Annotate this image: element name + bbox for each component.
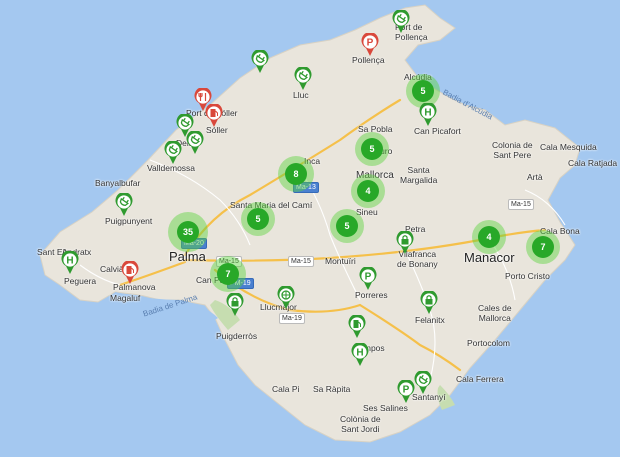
poi-marker[interactable]: H	[351, 343, 369, 367]
poi-marker[interactable]	[348, 315, 366, 339]
poi-marker[interactable]: P	[359, 267, 377, 291]
cluster-marker[interactable]: 5	[330, 209, 364, 243]
cluster-marker[interactable]: 4	[351, 174, 385, 208]
cluster-count: 5	[361, 138, 383, 160]
poi-marker[interactable]: H	[419, 103, 437, 127]
poi-marker[interactable]: H	[61, 251, 79, 275]
svg-text:H: H	[424, 108, 431, 119]
cluster-marker[interactable]: 8	[278, 156, 314, 192]
wheel-icon	[281, 290, 291, 300]
hospital-icon: H	[424, 108, 431, 119]
place-label-portocolom: Portocolom	[467, 338, 510, 348]
hospital-icon: H	[66, 256, 73, 267]
poi-marker[interactable]	[115, 193, 133, 217]
place-label-montuiri: Montuïri	[325, 256, 356, 266]
cluster-count: 5	[336, 215, 358, 237]
place-label-ses-salines: Ses Salines	[363, 403, 408, 413]
poi-marker[interactable]	[186, 131, 204, 155]
cluster-count: 7	[217, 263, 239, 285]
cluster-count: 5	[247, 208, 269, 230]
poi-marker[interactable]	[164, 141, 182, 165]
parking-icon: P	[365, 272, 372, 283]
place-label-felanitx: Felanitx	[415, 315, 445, 325]
poi-marker[interactable]	[294, 67, 312, 91]
place-label-cala-ratjada: Cala Ratjada	[568, 158, 618, 168]
svg-text:P: P	[403, 385, 410, 396]
parking-icon: P	[403, 385, 410, 396]
place-label-colonia-sant-pere: Colonia de Sant Pere	[492, 140, 533, 160]
cluster-count: 35	[177, 221, 199, 243]
place-label-santa-margalida: Santa Margalida	[400, 165, 438, 185]
svg-text:H: H	[356, 348, 363, 359]
poi-marker[interactable]	[205, 104, 223, 128]
cluster-count: 4	[357, 180, 379, 202]
poi-marker[interactable]	[414, 371, 432, 395]
place-label-cales-de-mallorca: Cales de Mallorca	[478, 303, 512, 323]
svg-text:P: P	[365, 272, 372, 283]
poi-marker[interactable]	[392, 10, 410, 34]
cluster-count: 4	[478, 226, 500, 248]
cluster-count: 5	[412, 80, 434, 102]
road-shield-ma15-b: Ma-15	[288, 256, 314, 267]
place-label-peguera: Peguera	[64, 276, 97, 286]
hospital-icon: H	[356, 348, 363, 359]
poi-marker[interactable]	[121, 261, 139, 285]
place-label-porreres: Porreres	[355, 290, 388, 300]
poi-marker[interactable]	[226, 293, 244, 317]
place-label-cala-mesquida: Cala Mesquida	[540, 142, 597, 152]
place-label-can-picafort: Can Picafort	[414, 126, 461, 136]
cluster-marker[interactable]: 7	[210, 256, 246, 292]
place-label-colonia-sant-jordi: Colònia de Sant Jordi	[340, 414, 381, 434]
cluster-count: 7	[532, 236, 554, 258]
poi-marker[interactable]: P	[361, 33, 379, 57]
parking-icon: P	[367, 38, 374, 49]
svg-text:P: P	[367, 38, 374, 49]
map-canvas[interactable]: Port de Pollença Pollença Alcúdia Lluc P…	[0, 0, 620, 457]
poi-marker[interactable]	[251, 50, 269, 74]
poi-marker[interactable]	[420, 291, 438, 315]
place-label-porto-cristo: Porto Cristo	[505, 271, 550, 281]
cluster-marker[interactable]: 5	[241, 202, 275, 236]
cluster-marker[interactable]: 5	[355, 132, 389, 166]
place-label-sa-rapita: Sa Ràpita	[313, 384, 351, 394]
cluster-marker[interactable]: 35	[168, 212, 208, 252]
place-label-arta: Artà	[527, 172, 543, 182]
road-shield-ma15-c: Ma-15	[508, 199, 534, 210]
place-label-lluc: Lluc	[293, 90, 309, 100]
place-label-palma: Palma	[169, 249, 206, 264]
cluster-marker[interactable]: 7	[526, 230, 560, 264]
place-label-puigderros: Puigderròs	[216, 331, 258, 341]
svg-text:H: H	[66, 256, 73, 267]
place-label-banyalbufar: Banyalbufar	[95, 178, 141, 188]
poi-marker[interactable]	[277, 286, 295, 310]
cluster-marker[interactable]: 4	[472, 220, 506, 254]
place-label-manacor: Manacor	[464, 250, 515, 265]
poi-marker[interactable]: P	[397, 380, 415, 404]
road-shield-ma19: Ma-19	[279, 313, 305, 324]
place-label-magaluf: Magaluf	[110, 293, 141, 303]
cluster-count: 8	[285, 163, 307, 185]
place-label-cala-ferrera: Cala Ferrera	[456, 374, 504, 384]
place-label-cala-pi: Cala Pi	[272, 384, 300, 394]
place-label-puigpunyent: Puigpunyent	[105, 216, 153, 226]
poi-marker[interactable]	[396, 231, 414, 255]
